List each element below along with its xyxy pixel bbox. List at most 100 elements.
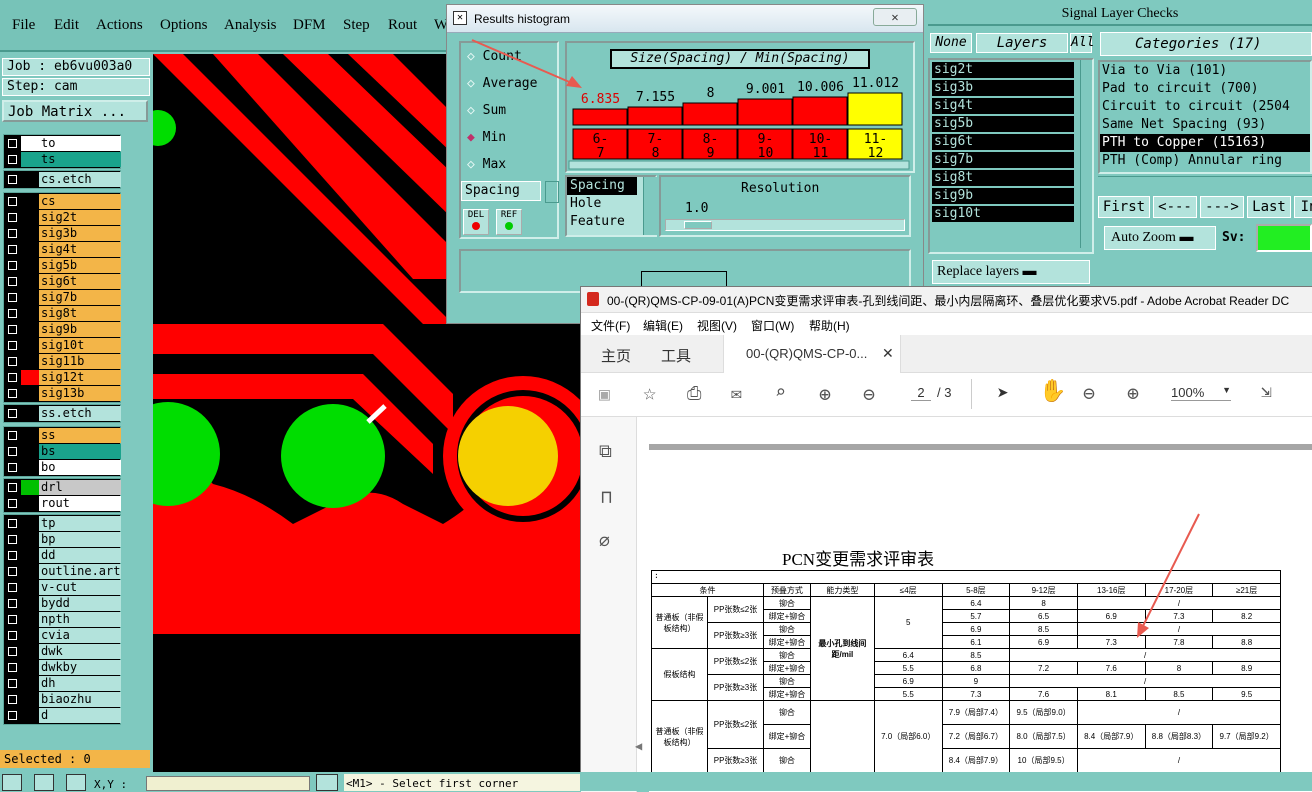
layer-checkbox[interactable] [8, 551, 17, 560]
histogram-bar[interactable] [682, 102, 738, 126]
layer-row-biaozhu[interactable]: biaozhu [6, 692, 121, 707]
signal-layer-item[interactable]: sig9b [932, 188, 1074, 204]
layer-checkbox[interactable] [8, 373, 17, 382]
category-item[interactable]: PTH to Copper (15163) [1100, 134, 1310, 152]
layer-row-ss[interactable]: ss [6, 428, 121, 443]
nav-button-0[interactable]: First [1098, 196, 1150, 218]
layer-row-sig9b[interactable]: sig9b [6, 322, 121, 337]
resolution-slider[interactable] [665, 219, 905, 231]
layer-checkbox[interactable] [8, 499, 17, 508]
signal-layer-item[interactable]: sig6t [932, 134, 1074, 150]
layer-row-d[interactable]: d [6, 708, 121, 723]
layer-row-dd[interactable]: dd [6, 548, 121, 563]
xy-input[interactable] [146, 776, 310, 791]
result-type-item[interactable]: Feature [567, 213, 655, 231]
measure-select[interactable]: Spacing [461, 181, 541, 201]
layer-row-v-cut[interactable]: v-cut [6, 580, 121, 595]
layer-row-bs[interactable]: bs [6, 444, 121, 459]
layer-row-ss-etch[interactable]: ss.etch [6, 406, 121, 421]
histogram-scrollbar[interactable] [568, 160, 910, 170]
layer-row-sig12t[interactable]: sig12t [6, 370, 121, 385]
signal-layer-item[interactable]: sig3b [932, 80, 1074, 96]
layer-row-sig2t[interactable]: sig2t [6, 210, 121, 225]
menu-options[interactable]: Options [160, 17, 208, 34]
acrobat-menu-item[interactable]: 文件(F) [591, 317, 630, 334]
result-type-item[interactable]: Spacing [567, 177, 637, 195]
layer-row-drl[interactable]: drl [6, 480, 121, 495]
auto-zoom-menu[interactable]: Auto Zoom ▬ [1104, 226, 1216, 250]
category-item[interactable]: Same Net Spacing (93) [1100, 116, 1310, 134]
layer-row-bydd[interactable]: bydd [6, 596, 121, 611]
categories-scrollbar[interactable] [1098, 176, 1312, 190]
menu-edit[interactable]: Edit [54, 17, 79, 34]
layer-checkbox[interactable] [8, 175, 17, 184]
histogram-bar[interactable] [847, 92, 903, 126]
layer-row-dwkby[interactable]: dwkby [6, 660, 121, 675]
email-icon[interactable]: ✉ [731, 383, 742, 404]
layer-checkbox[interactable] [8, 663, 17, 672]
layer-checkbox[interactable] [8, 261, 17, 270]
ref-button[interactable]: REF [496, 209, 522, 235]
layer-checkbox[interactable] [8, 599, 17, 608]
layer-row-sig3b[interactable]: sig3b [6, 226, 121, 241]
layer-checkbox[interactable] [8, 155, 17, 164]
layer-checkbox[interactable] [8, 277, 17, 286]
layer-checkbox[interactable] [8, 647, 17, 656]
layer-row-rout[interactable]: rout [6, 496, 121, 511]
layer-row-outline-art[interactable]: outline.art [6, 564, 121, 579]
close-icon[interactable]: ✕ [873, 8, 917, 26]
layer-row-cs[interactable]: cs [6, 194, 121, 209]
category-item[interactable]: Via to Via (101) [1100, 62, 1310, 80]
layer-row-ts[interactable]: ts [6, 152, 121, 167]
tab-document[interactable]: 00-(QR)QMS-CP-0... ✕ [723, 335, 901, 373]
tab-home[interactable]: 主页 [601, 345, 631, 366]
layer-checkbox[interactable] [8, 341, 17, 350]
print-icon[interactable]: ⎙ [687, 383, 701, 404]
menu-file[interactable]: File [12, 17, 35, 34]
layer-checkbox[interactable] [8, 245, 17, 254]
layer-row-cs-etch[interactable]: cs.etch [6, 172, 121, 187]
layers-button[interactable]: Layers [976, 33, 1068, 53]
histogram-bar[interactable] [627, 106, 683, 126]
category-item[interactable]: Circuit to circuit (2504 [1100, 98, 1310, 116]
none-button[interactable]: None [930, 33, 972, 53]
layer-row-sig6t[interactable]: sig6t [6, 274, 121, 289]
acrobat-menu-item[interactable]: 视图(V) [697, 317, 737, 334]
layer-checkbox[interactable] [8, 447, 17, 456]
layer-checkbox[interactable] [8, 519, 17, 528]
zoom-select[interactable]: 100% ▼ [1171, 385, 1231, 401]
layer-checkbox[interactable] [8, 631, 17, 640]
signal-layer-item[interactable]: sig8t [932, 170, 1074, 186]
page-number-input[interactable]: 2 [911, 385, 931, 401]
layer-checkbox[interactable] [8, 197, 17, 206]
collapse-sidebar-icon[interactable]: ◀ [635, 739, 642, 753]
mode-radio-max[interactable]: ◇ Max [467, 157, 506, 172]
category-item[interactable]: PTH (Comp) Annular ring [1100, 152, 1310, 170]
bookmarks-icon[interactable]: ⊓ [601, 487, 612, 508]
layer-checkbox[interactable] [8, 679, 17, 688]
zoom-in-icon[interactable]: ⊕ [1127, 381, 1139, 405]
layer-row-sig5b[interactable]: sig5b [6, 258, 121, 273]
prev-page-icon[interactable]: ⊕ [819, 382, 831, 406]
job-matrix-button[interactable]: Job Matrix ... [2, 100, 148, 122]
acrobat-menu-item[interactable]: 窗口(W) [751, 317, 794, 334]
layer-checkbox[interactable] [8, 583, 17, 592]
layer-row-cvia[interactable]: cvia [6, 628, 121, 643]
signal-layer-scrollbar[interactable] [1080, 60, 1092, 248]
histogram-bar[interactable] [737, 98, 793, 126]
layer-row-sig11b[interactable]: sig11b [6, 354, 121, 369]
histogram-bar[interactable] [792, 96, 848, 126]
page-fit-icon[interactable]: ⇲ [1261, 381, 1272, 402]
del-button[interactable]: DEL [463, 209, 489, 235]
layer-checkbox[interactable] [8, 409, 17, 418]
layer-checkbox[interactable] [8, 483, 17, 492]
mode-radio-min[interactable]: ◆ Min [467, 130, 506, 145]
menu-step[interactable]: Step [343, 17, 370, 34]
signal-layer-item[interactable]: sig7b [932, 152, 1074, 168]
tool-icon-2[interactable] [34, 774, 54, 791]
layer-row-sig7b[interactable]: sig7b [6, 290, 121, 305]
layer-row-tp[interactable]: tp [6, 516, 121, 531]
layer-checkbox[interactable] [8, 567, 17, 576]
acrobat-menu-item[interactable]: 帮助(H) [809, 317, 850, 334]
result-type-scrollbar[interactable] [643, 177, 657, 235]
